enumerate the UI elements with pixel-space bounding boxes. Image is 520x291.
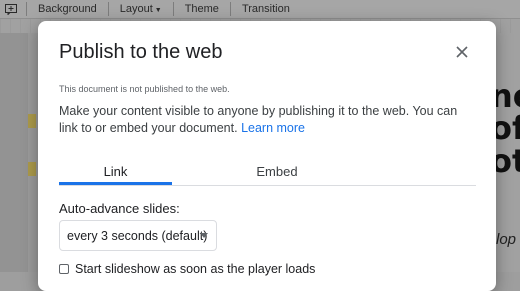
active-tab-indicator xyxy=(59,182,172,185)
toolbar-background-button[interactable]: Background xyxy=(31,3,104,15)
caret-down-icon: ▼ xyxy=(154,7,162,14)
toolbar-divider xyxy=(172,2,174,16)
dialog-description: Make your content visible to anyone by p… xyxy=(59,103,479,137)
auto-advance-label: Auto-advance slides: xyxy=(59,201,180,216)
publish-dialog: Publish to the web This document is not … xyxy=(38,21,496,291)
app-toolbar: Background Layout ▼ Theme Transition xyxy=(0,0,520,19)
tab-link[interactable]: Link xyxy=(59,164,172,179)
start-slideshow-checkbox[interactable] xyxy=(59,264,69,274)
filmstrip-thumbnail-mark xyxy=(28,162,36,176)
publish-tabs: Link Embed xyxy=(59,162,476,186)
toolbar-layout-button[interactable]: Layout ▼ xyxy=(113,3,169,15)
slide-filmstrip xyxy=(0,33,28,272)
toolbar-transition-button[interactable]: Transition xyxy=(235,3,297,15)
close-button[interactable] xyxy=(452,42,472,62)
comment-add-icon[interactable] xyxy=(0,0,22,18)
filmstrip-thumbnail-mark xyxy=(28,114,36,128)
auto-advance-value: every 3 seconds (default) xyxy=(67,228,208,243)
publish-status: This document is not published to the we… xyxy=(59,84,230,94)
close-icon xyxy=(456,46,468,58)
toolbar-layout-label: Layout xyxy=(119,3,153,15)
learn-more-link[interactable]: Learn more xyxy=(241,121,305,135)
toolbar-divider xyxy=(107,2,109,16)
toolbar-divider xyxy=(26,2,27,16)
auto-advance-select[interactable]: every 3 seconds (default) xyxy=(59,220,217,251)
toolbar-divider xyxy=(229,2,231,16)
dialog-title: Publish to the web xyxy=(59,41,223,63)
start-slideshow-label: Start slideshow as soon as the player lo… xyxy=(75,262,316,276)
tab-embed[interactable]: Embed xyxy=(222,164,332,179)
slide-italic-fragment: lop xyxy=(496,231,517,248)
dropdown-arrow-icon xyxy=(200,233,208,238)
toolbar-theme-button[interactable]: Theme xyxy=(178,3,226,15)
start-slideshow-option: Start slideshow as soon as the player lo… xyxy=(59,262,315,276)
